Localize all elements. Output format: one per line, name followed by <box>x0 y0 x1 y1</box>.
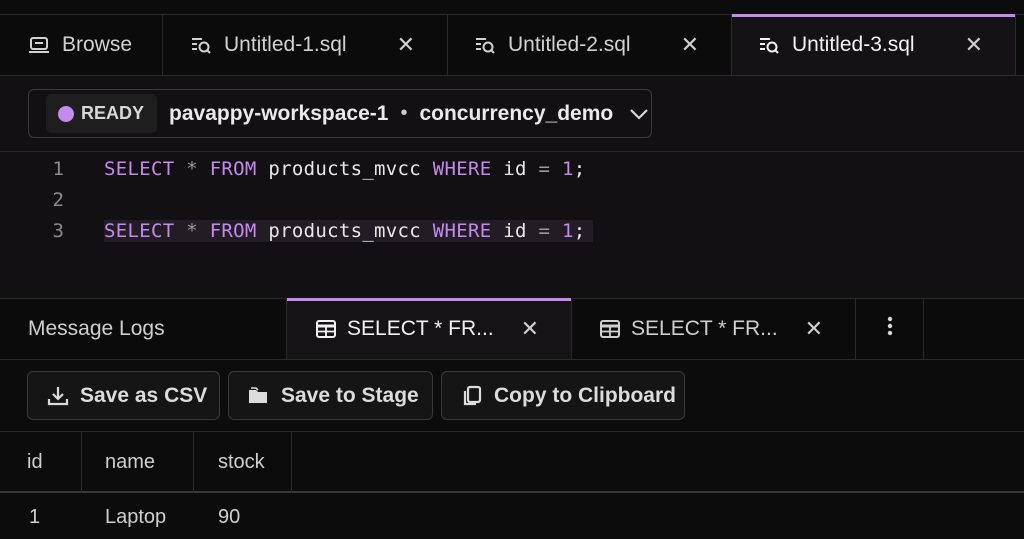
folder-icon <box>247 384 271 408</box>
button-label: Save as CSV <box>80 383 208 407</box>
tab-message-logs[interactable]: Message Logs <box>0 299 287 359</box>
copy-icon <box>460 384 484 408</box>
editor-line: 2 <box>0 185 1024 215</box>
tab-label: SELECT * FR... <box>631 317 778 340</box>
tab-label: Untitled-2.sql <box>508 33 631 56</box>
table-row[interactable]: 1 Laptop 90 <box>0 495 1024 539</box>
tab-untitled-3[interactable]: Untitled-3.sql ✕ <box>732 14 1016 75</box>
editor-tab-bar: Browse Untitled-1.sql ✕ Untitled-2.sql ✕… <box>0 14 1024 76</box>
close-icon[interactable]: ✕ <box>521 316 539 342</box>
line-number: 1 <box>52 158 64 180</box>
copy-to-clipboard-button[interactable]: Copy to Clipboard <box>441 371 685 420</box>
cell-stock: 90 <box>218 505 241 528</box>
column-header-stock[interactable]: stock <box>194 432 292 493</box>
editor-line: 3 SELECT * FROM products_mvcc WHERE id =… <box>0 216 1024 246</box>
column-header-id[interactable]: id <box>0 432 82 493</box>
close-icon[interactable]: ✕ <box>805 316 823 342</box>
save-as-csv-button[interactable]: Save as CSV <box>27 371 220 420</box>
result-tab-bar: Message Logs SELECT * FR... ✕ SELECT * F… <box>0 298 1024 360</box>
status-label: READY <box>81 103 145 123</box>
table-icon <box>315 318 337 340</box>
sql-file-icon <box>190 34 212 56</box>
close-icon[interactable]: ✕ <box>965 32 983 58</box>
tab-untitled-1[interactable]: Untitled-1.sql ✕ <box>163 15 448 75</box>
tab-label: SELECT * FR... <box>347 317 494 340</box>
download-icon <box>46 384 70 408</box>
separator-dot: • <box>400 102 408 124</box>
table-header: id name stock <box>0 432 1024 493</box>
database-name: concurrency_demo <box>419 101 614 125</box>
button-label: Copy to Clipboard <box>494 383 676 407</box>
line-number: 3 <box>52 220 64 242</box>
editor-line: 1 SELECT * FROM products_mvcc WHERE id =… <box>0 154 1024 184</box>
column-header-name[interactable]: name <box>82 432 194 493</box>
workspace-name: pavappy-workspace-1 <box>169 101 389 125</box>
chevron-down-icon[interactable] <box>629 107 649 121</box>
result-table: id name stock 1 Laptop 90 <box>0 432 1024 539</box>
result-toolbar: Save as CSV Save to Stage Copy to Clipbo… <box>0 360 1024 432</box>
table-icon <box>599 318 621 340</box>
tab-untitled-2[interactable]: Untitled-2.sql ✕ <box>448 15 732 75</box>
code-text: SELECT * FROM products_mvcc WHERE id = 1… <box>104 158 586 180</box>
close-icon[interactable]: ✕ <box>397 32 415 58</box>
status-badge: READY <box>46 94 158 133</box>
tab-label: Untitled-3.sql <box>792 33 915 56</box>
close-icon[interactable]: ✕ <box>681 32 699 58</box>
cell-name: Laptop <box>105 505 167 528</box>
app-window: Browse Untitled-1.sql ✕ Untitled-2.sql ✕… <box>0 0 1024 539</box>
button-label: Save to Stage <box>281 383 419 407</box>
kebab-menu-icon <box>887 316 893 342</box>
tab-label: Browse <box>62 33 133 56</box>
status-dot-icon <box>58 105 74 122</box>
line-number: 2 <box>52 189 64 211</box>
tab-label: Untitled-1.sql <box>224 33 347 56</box>
tab-browse[interactable]: Browse <box>0 15 163 75</box>
browse-icon <box>28 34 50 56</box>
tab-result-2[interactable]: SELECT * FR... ✕ <box>572 299 856 359</box>
sql-editor[interactable]: 1 SELECT * FROM products_mvcc WHERE id =… <box>0 152 1024 298</box>
tab-result-1[interactable]: SELECT * FR... ✕ <box>287 298 572 359</box>
context-bar: READY pavappy-workspace-1 • concurrency_… <box>0 76 1024 152</box>
cell-id: 1 <box>29 505 41 528</box>
save-to-stage-button[interactable]: Save to Stage <box>228 371 433 420</box>
tab-label: Message Logs <box>28 317 165 340</box>
code-text: SELECT * FROM products_mvcc WHERE id = 1… <box>104 220 594 242</box>
sql-file-icon <box>474 34 496 56</box>
sql-file-icon <box>758 34 780 56</box>
context-selector[interactable]: READY pavappy-workspace-1 • concurrency_… <box>28 89 652 138</box>
more-options-button[interactable] <box>856 299 924 359</box>
